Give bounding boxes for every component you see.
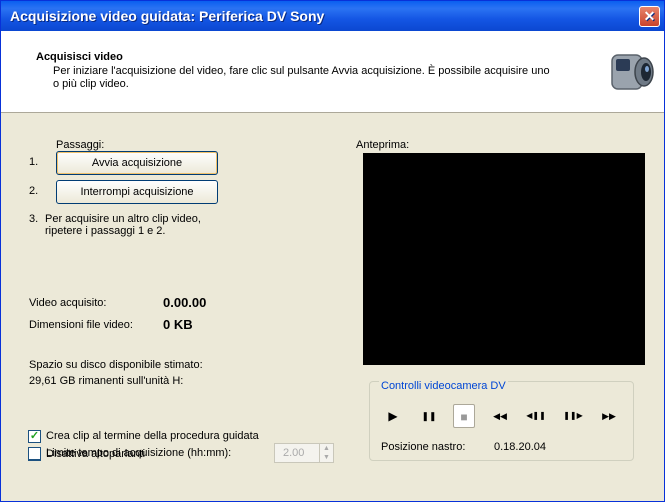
step-back-icon: ◀❚❚ — [526, 411, 546, 420]
stop-icon: ■ — [460, 410, 468, 424]
stop-capture-label: Interrompi acquisizione — [80, 186, 194, 198]
rewind-icon: ◀◀ — [493, 411, 507, 421]
close-button[interactable]: ✕ — [639, 6, 660, 27]
video-preview — [363, 153, 645, 365]
play-button[interactable]: ▶ — [382, 404, 404, 428]
page-title: Acquisisci video — [36, 51, 123, 63]
window-title: Acquisizione video guidata: Periferica D… — [10, 8, 325, 24]
fast-forward-button[interactable]: ▶▶ — [596, 404, 622, 428]
steps-label: Passaggi: — [56, 139, 105, 151]
stop-capture-button[interactable]: Interrompi acquisizione — [56, 180, 218, 204]
file-size-value: 0 KB — [163, 317, 193, 332]
create-clips-checkbox[interactable]: ✓ — [28, 430, 41, 443]
step-forward-icon: ❚❚▶ — [563, 411, 583, 420]
play-icon: ▶ — [388, 409, 398, 423]
captured-video-value: 0.00.00 — [163, 295, 207, 310]
rewind-button[interactable]: ◀◀ — [487, 404, 513, 428]
captured-video-label: Video acquisito: — [29, 297, 107, 309]
step1-number: 1. — [29, 156, 39, 168]
create-clips-label: Crea clip al termine della procedura gui… — [46, 430, 259, 442]
step-forward-button[interactable]: ❚❚▶ — [559, 404, 587, 428]
camera-controls-group: Controlli videocamera DV ▶ ❚❚ ■ ◀◀ ◀❚❚ ❚… — [369, 380, 634, 461]
camcorder-icon — [611, 54, 654, 90]
close-icon: ✕ — [643, 8, 656, 24]
time-limit-spinner[interactable]: 2.00 ▲ ▼ — [274, 443, 334, 463]
disk-space-label: Spazio su disco disponibile stimato: — [29, 359, 203, 371]
tape-position-label: Posizione nastro: — [381, 441, 466, 453]
time-limit-value: 2.00 — [283, 447, 305, 459]
step2-number: 2. — [29, 185, 39, 197]
preview-label: Anteprima: — [356, 139, 410, 151]
step3-text: Per acquisire un altro clip video, ripet… — [45, 213, 201, 237]
start-capture-button[interactable]: Avvia acquisizione — [56, 151, 218, 175]
fast-forward-icon: ▶▶ — [602, 411, 616, 421]
step3-number: 3. — [29, 213, 39, 225]
wizard-window: Acquisizione video guidata: Periferica D… — [0, 0, 665, 502]
pause-icon: ❚❚ — [421, 411, 437, 421]
time-limit-label: Limite tempo di acquisizione (hh:mm): — [46, 447, 232, 459]
pause-button[interactable]: ❚❚ — [418, 404, 440, 428]
spinner-arrows-icon[interactable]: ▲ ▼ — [319, 444, 333, 462]
title-bar[interactable]: Acquisizione video guidata: Periferica D… — [1, 1, 664, 31]
disk-space-value: 29,61 GB rimanenti sull'unità H: — [29, 375, 184, 387]
stop-button[interactable]: ■ — [453, 404, 475, 428]
file-size-label: Dimensioni file video: — [29, 319, 133, 331]
time-limit-checkbox[interactable] — [28, 447, 41, 460]
header-pane: Acquisisci video Per iniziare l'acquisiz… — [1, 31, 664, 113]
page-description: Per iniziare l'acquisizione del video, f… — [53, 65, 550, 90]
camera-controls-title: Controlli videocamera DV — [379, 380, 508, 392]
step-back-button[interactable]: ◀❚❚ — [522, 404, 550, 428]
tape-position-value: 0.18.20.04 — [494, 441, 546, 453]
start-capture-label: Avvia acquisizione — [91, 157, 183, 169]
